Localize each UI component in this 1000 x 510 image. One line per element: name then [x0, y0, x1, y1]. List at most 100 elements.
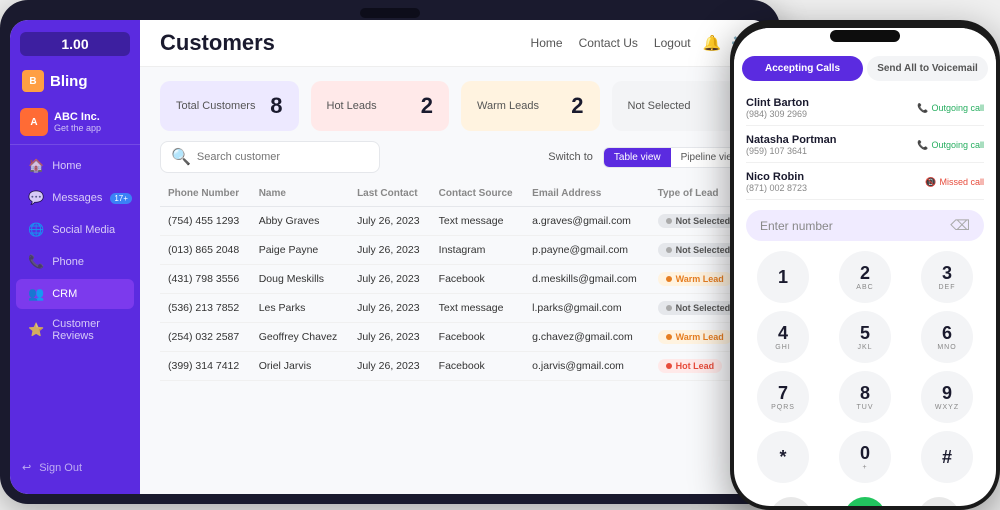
sidebar: 1.00 B Bling A ABC Inc. Get the app 🏠 Ho… — [10, 20, 140, 494]
cell-source: Instagram — [431, 236, 524, 265]
cell-phone: (431) 798 3556 — [160, 265, 251, 294]
dial-key-*[interactable]: * — [757, 431, 809, 483]
badge-dot — [666, 218, 672, 224]
sign-out-button[interactable]: ↩ Sign Out — [10, 453, 140, 482]
account-section[interactable]: A ABC Inc. Get the app — [10, 102, 140, 145]
cell-email: d.meskills@gmail.com — [524, 265, 649, 294]
dial-key-6[interactable]: 6MNO — [921, 311, 973, 363]
accepting-calls-btn[interactable]: Accepting Calls — [742, 56, 863, 81]
cell-last-contact: July 26, 2023 — [349, 207, 431, 236]
cell-email: a.graves@gmail.com — [524, 207, 649, 236]
social-icon: 🌐 — [28, 222, 44, 238]
sidebar-item-phone[interactable]: 📞 Phone — [16, 247, 134, 277]
notification-icon[interactable]: 🔔 — [703, 34, 722, 52]
badge-dot — [666, 247, 672, 253]
cell-name: Les Parks — [251, 294, 349, 323]
table-row[interactable]: (254) 032 2587 Geoffrey Chavez July 26, … — [160, 323, 750, 352]
sidebar-item-social-media[interactable]: 🌐 Social Media — [16, 215, 134, 245]
stat-total-customers: Total Customers 8 — [160, 81, 299, 131]
sidebar-item-crm[interactable]: 👥 CRM — [16, 279, 134, 309]
stat-label: Warm Leads — [477, 100, 539, 112]
call-icon: 📞 — [917, 140, 928, 151]
cell-source: Facebook — [431, 265, 524, 294]
stat-label: Hot Leads — [327, 100, 377, 112]
stat-value: 2 — [421, 93, 433, 119]
video-button[interactable]: 📹 — [770, 497, 812, 506]
sidebar-item-label: Messages — [52, 192, 102, 204]
cell-last-contact: July 26, 2023 — [349, 323, 431, 352]
dial-key-3[interactable]: 3DEF — [921, 251, 973, 303]
stat-hot-leads: Hot Leads 2 — [311, 81, 450, 131]
table-row[interactable]: (013) 865 2048 Paige Payne July 26, 2023… — [160, 236, 750, 265]
nav-link-home[interactable]: Home — [531, 36, 563, 50]
table-row[interactable]: (399) 314 7412 Oriel Jarvis July 26, 202… — [160, 352, 750, 381]
dialpad-section: Enter number ⌫ 1 2ABC 3DEF 4GHI 5JKL 6MNO 7PQR… — [734, 204, 996, 489]
cell-source: Facebook — [431, 323, 524, 352]
sidebar-item-home[interactable]: 🏠 Home — [16, 151, 134, 181]
phone-inner: Accepting Calls Send All to Voicemail Cl… — [734, 28, 996, 506]
lead-badge: Not Selected — [658, 301, 739, 315]
cell-phone: (399) 314 7412 — [160, 352, 251, 381]
stat-label: Not Selected — [628, 100, 691, 112]
sidebar-item-customer-reviews[interactable]: ⭐ Customer Reviews — [16, 311, 134, 349]
call-item[interactable]: Clint Barton (984) 309 2969 📞 Outgoing c… — [746, 91, 984, 126]
dial-key-#[interactable]: # — [921, 431, 973, 483]
lead-badge: Warm Lead — [658, 330, 732, 344]
phone-icon: 📞 — [28, 254, 44, 270]
sidebar-nav: 🏠 Home 💬 Messages 17+ 🌐 Social Media 📞 P… — [10, 151, 140, 453]
cell-email: l.parks@gmail.com — [524, 294, 649, 323]
nav-link-logout[interactable]: Logout — [654, 36, 691, 50]
table-toolbar: 🔍 Switch to Table view Pipeline view — [160, 141, 750, 173]
page-title: Customers — [160, 30, 519, 56]
account-name: ABC Inc. — [54, 111, 101, 123]
search-box[interactable]: 🔍 — [160, 141, 380, 173]
col-last-contact: Last Contact — [349, 181, 431, 207]
cell-name: Oriel Jarvis — [251, 352, 349, 381]
dial-key-8[interactable]: 8TUV — [839, 371, 891, 423]
dial-key-2[interactable]: 2ABC — [839, 251, 891, 303]
call-item[interactable]: Nico Robin (871) 002 8723 📵 Missed call — [746, 165, 984, 200]
table-row[interactable]: (754) 455 1293 Abby Graves July 26, 2023… — [160, 207, 750, 236]
search-icon: 🔍 — [171, 147, 191, 167]
dial-key-7[interactable]: 7PQRS — [757, 371, 809, 423]
search-input[interactable] — [197, 151, 369, 163]
table-row[interactable]: (536) 213 7852 Les Parks July 26, 2023 T… — [160, 294, 750, 323]
messages-badge: 17+ — [110, 193, 132, 204]
caller-name: Clint Barton — [746, 97, 809, 109]
phone-frame: Accepting Calls Send All to Voicemail Cl… — [730, 20, 1000, 510]
dial-key-5[interactable]: 5JKL — [839, 311, 891, 363]
table-view-btn[interactable]: Table view — [604, 148, 671, 167]
table-row[interactable]: (431) 798 3556 Doug Meskills July 26, 20… — [160, 265, 750, 294]
col-name: Name — [251, 181, 349, 207]
dial-key-4[interactable]: 4GHI — [757, 311, 809, 363]
dial-key-1[interactable]: 1 — [757, 251, 809, 303]
table-section: 🔍 Switch to Table view Pipeline view Pho… — [140, 141, 770, 494]
lead-badge: Hot Lead — [658, 359, 723, 373]
backspace-icon[interactable]: ⌫ — [950, 217, 970, 234]
call-item[interactable]: Natasha Portman (959) 107 3641 📞 Outgoin… — [746, 128, 984, 163]
call-icon: 📞 — [917, 103, 928, 114]
voicemail-btn[interactable]: Send All to Voicemail — [867, 56, 988, 81]
switch-label: Switch to — [548, 151, 593, 163]
version-badge: 1.00 — [20, 32, 130, 56]
view-toggle: Table view Pipeline view — [603, 147, 750, 168]
cell-name: Geoffrey Chavez — [251, 323, 349, 352]
stat-warm-leads: Warm Leads 2 — [461, 81, 600, 131]
caller-name: Natasha Portman — [746, 134, 836, 146]
sidebar-item-messages[interactable]: 💬 Messages 17+ — [16, 183, 134, 213]
top-nav: Customers Home Contact Us Logout 🔔 ⚙️ — [140, 20, 770, 67]
grid-button[interactable]: ⠿ — [918, 497, 960, 506]
dialpad-input-area[interactable]: Enter number ⌫ — [746, 210, 984, 241]
top-nav-links: Home Contact Us Logout — [531, 36, 691, 50]
dial-key-9[interactable]: 9WXYZ — [921, 371, 973, 423]
cell-phone: (013) 865 2048 — [160, 236, 251, 265]
main-content: Customers Home Contact Us Logout 🔔 ⚙️ To… — [140, 20, 770, 494]
cell-name: Paige Payne — [251, 236, 349, 265]
call-button[interactable]: 📞 — [844, 497, 886, 506]
badge-dot — [666, 305, 672, 311]
cell-last-contact: July 26, 2023 — [349, 265, 431, 294]
dial-key-0[interactable]: 0+ — [839, 431, 891, 483]
stats-row: Total Customers 8 Hot Leads 2 Warm Leads… — [140, 67, 770, 141]
stat-label: Total Customers — [176, 100, 255, 112]
nav-link-contact[interactable]: Contact Us — [579, 36, 638, 50]
